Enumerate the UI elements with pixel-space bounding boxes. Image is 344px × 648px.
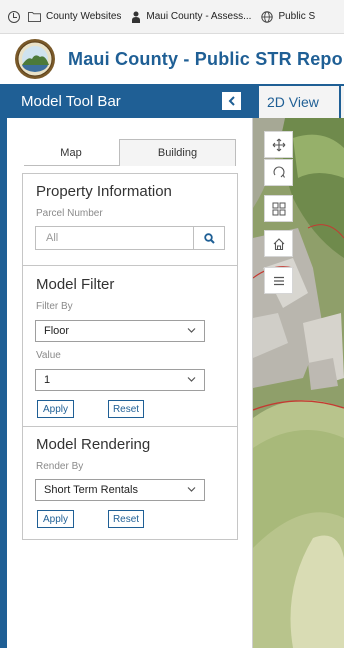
left-edge-strip (0, 84, 7, 648)
map-tab-bar: 2D View (253, 84, 344, 118)
toolbar-tabs: Map Building (24, 139, 236, 166)
value-label: Value (36, 350, 61, 361)
bookmark-label: Public S (278, 11, 316, 22)
model-filter-section: Model Filter Filter By Floor Value 1 App… (22, 265, 238, 427)
person-icon (131, 11, 141, 23)
filter-apply-button[interactable]: Apply (37, 400, 74, 418)
render-by-select[interactable]: Short Term Rentals (35, 479, 205, 501)
chevron-down-icon (187, 487, 196, 492)
filter-by-select[interactable]: Floor (35, 320, 205, 342)
tab-2d-view[interactable]: 2D View (259, 86, 339, 118)
render-by-label: Render By (36, 461, 84, 472)
globe-icon (261, 10, 274, 23)
home-button[interactable] (264, 230, 293, 257)
county-seal-logo (15, 39, 55, 79)
render-reset-button[interactable]: Reset (108, 510, 144, 528)
chevron-down-icon (187, 328, 196, 333)
bookmark-public-s[interactable]: Public S (261, 10, 316, 23)
pan-tool-button[interactable] (264, 131, 293, 158)
filter-by-label: Filter By (36, 301, 73, 312)
tab-building[interactable]: Building (119, 139, 236, 166)
property-information-section: Property Information Parcel Number (22, 173, 238, 266)
bookmark-label: County Websites (46, 11, 122, 22)
rotate-icon (272, 165, 285, 178)
toolbar-panel: Map Building Property Information Parcel… (7, 118, 253, 648)
grid-icon (272, 202, 285, 215)
layer-list-button[interactable] (264, 267, 293, 294)
app-header: Maui County - Public STR Report (0, 34, 344, 84)
section-title: Model Filter (36, 276, 115, 293)
chevron-down-icon (187, 377, 196, 382)
page-title: Maui County - Public STR Report (68, 48, 344, 69)
home-icon (273, 237, 284, 250)
render-apply-button[interactable]: Apply (37, 510, 74, 528)
parcel-search-button[interactable] (194, 226, 225, 250)
parcel-number-label: Parcel Number (36, 208, 103, 219)
tab-map[interactable]: Map (24, 139, 118, 166)
bookmarks-bar: County Websites Maui County - Assess... … (0, 0, 344, 34)
collapse-toolbar-button[interactable] (222, 92, 241, 110)
filter-by-value: Floor (44, 325, 70, 337)
folder-icon (28, 11, 41, 22)
value-select[interactable]: 1 (35, 369, 205, 391)
toolbar-title: Model Tool Bar (21, 92, 121, 110)
model-rendering-section: Model Rendering Render By Short Term Ren… (22, 426, 238, 540)
toolbar-header: Model Tool Bar (7, 84, 253, 118)
chevron-left-icon (228, 96, 235, 106)
filter-reset-button[interactable]: Reset (108, 400, 144, 418)
value-value: 1 (44, 374, 51, 386)
list-icon (273, 276, 284, 285)
history-icon[interactable] (8, 10, 20, 23)
bookmark-label: Maui County - Assess... (146, 11, 252, 22)
search-icon (203, 232, 215, 244)
section-title: Property Information (36, 183, 172, 200)
pan-icon (272, 138, 285, 151)
rotate-tool-button[interactable] (264, 159, 293, 186)
parcel-number-input[interactable] (35, 226, 194, 250)
section-title: Model Rendering (36, 436, 151, 453)
render-by-value: Short Term Rentals (44, 484, 138, 496)
bookmark-maui-assessor[interactable]: Maui County - Assess... (131, 11, 251, 23)
basemap-gallery-button[interactable] (264, 195, 293, 222)
bookmark-county-websites[interactable]: County Websites (28, 11, 121, 22)
